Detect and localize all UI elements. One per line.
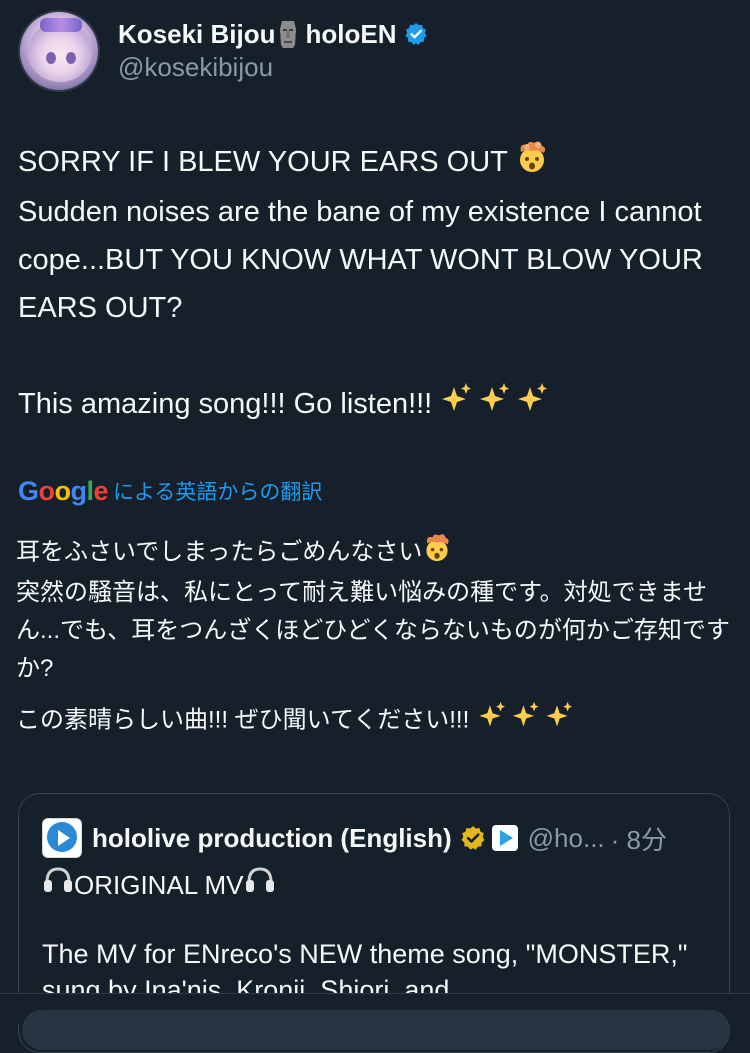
google-logo-icon: Google — [18, 475, 109, 506]
author-names: Koseki Bijou holoEN @kosekibijou — [118, 18, 428, 83]
quoted-tweet-title: ORIGINAL MV — [42, 864, 276, 905]
translated-text: 耳をふさいでしまったらごめんなさい 突然の騒音は、私にとって耐え難い悩みの種です。… — [16, 532, 736, 742]
exploding-head-emoji-icon — [422, 532, 452, 574]
author-display-name[interactable]: Koseki Bijou holoEN — [118, 18, 428, 50]
author-handle[interactable]: @kosekibijou — [118, 52, 428, 83]
sparkles-emoji-icon — [476, 700, 578, 742]
translated-para-1: 耳をふさいでしまったらごめんなさい 突然の騒音は、私にとって耐え難い悩みの種です。… — [16, 532, 736, 688]
quoted-tweet-time: · 8分 — [610, 824, 667, 855]
quoted-author-name[interactable]: hololive production (English) — [92, 823, 452, 854]
gold-verified-badge-icon — [460, 825, 486, 851]
quoted-tweet-header: hololive production (English) @ho... · 8… — [42, 818, 667, 858]
translation-attribution[interactable]: Google による英語からの翻訳 — [18, 474, 322, 508]
verified-badge-icon[interactable] — [404, 22, 428, 46]
tweet-line-3: This amazing song!!! Go listen!!! — [18, 380, 732, 430]
affiliate-play-badge-icon — [491, 825, 518, 851]
exploding-head-emoji-icon — [515, 139, 549, 188]
tweet-line-2: Sudden noises are the bane of my existen… — [18, 195, 711, 324]
reply-input[interactable] — [22, 1010, 730, 1050]
translation-label[interactable]: による英語からの翻訳 — [113, 476, 322, 506]
author-name-text: Koseki Bijou — [118, 18, 276, 49]
author-avatar[interactable] — [18, 10, 100, 92]
quoted-author-handle[interactable]: @ho... — [528, 823, 605, 854]
author-name-suffix: holoEN — [305, 18, 397, 49]
sparkles-emoji-icon — [440, 381, 552, 430]
translated-para-2: この素晴らしい曲!!! ぜひ聞いてください!!! — [16, 700, 736, 742]
headphones-emoji-icon — [244, 864, 276, 905]
quoted-author-avatar[interactable] — [42, 818, 82, 858]
tweet-line-1: SORRY IF I BLEW YOUR EARS OUT — [18, 138, 732, 188]
moai-icon — [277, 19, 299, 49]
tweet-header: Koseki Bijou holoEN @kosekibijou — [18, 10, 428, 96]
headphones-emoji-icon — [42, 864, 74, 905]
tweet-text: SORRY IF I BLEW YOUR EARS OUT Sudden noi… — [18, 138, 732, 430]
